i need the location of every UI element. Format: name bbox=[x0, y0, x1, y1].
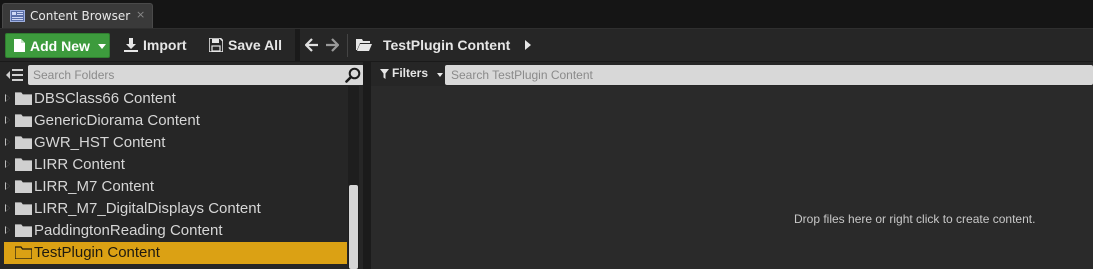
folder-tree-item[interactable]: GWR_HST Content bbox=[4, 132, 347, 154]
filters-button[interactable]: Filters bbox=[380, 66, 443, 84]
content-browser-icon bbox=[10, 10, 25, 22]
toolbar: Add New Import Save All TestPlugin Conte… bbox=[0, 28, 1093, 62]
save-all-label: Save All bbox=[228, 37, 282, 53]
filters-label: Filters bbox=[392, 66, 429, 80]
add-new-label: Add New bbox=[30, 38, 90, 54]
folder-name: TestPlugin Content bbox=[34, 244, 160, 261]
folder-name: PaddingtonReading Content bbox=[34, 222, 223, 239]
expand-arrow-inner bbox=[6, 139, 10, 145]
folder-name: DBSClass66 Content bbox=[34, 90, 176, 107]
folder-tree-item[interactable]: GenericDiorama Content bbox=[4, 110, 347, 132]
asset-search-input[interactable]: Search TestPlugin Content bbox=[445, 65, 1093, 85]
folder-tree-item[interactable]: TestPlugin Content bbox=[4, 242, 347, 264]
expand-arrow-inner bbox=[6, 117, 10, 123]
save-icon bbox=[209, 38, 223, 52]
save-all-button[interactable]: Save All bbox=[209, 33, 289, 58]
folder-name: GenericDiorama Content bbox=[34, 112, 200, 129]
expand-arrow-inner bbox=[6, 183, 10, 189]
chevron-down-icon bbox=[98, 44, 106, 49]
folder-icon bbox=[15, 136, 32, 149]
expand-arrow-inner bbox=[6, 161, 10, 167]
expand-arrow-inner bbox=[6, 205, 10, 211]
folder-icon bbox=[15, 224, 32, 237]
expand-arrow-inner bbox=[6, 95, 10, 101]
chevron-right-icon[interactable] bbox=[525, 40, 531, 50]
expand-arrow-inner bbox=[6, 227, 10, 233]
folder-search-placeholder: Search Folders bbox=[33, 68, 115, 82]
arrow-left-icon[interactable] bbox=[305, 38, 319, 52]
tab-content-browser[interactable]: Content Browser × bbox=[2, 3, 153, 28]
folder-tree-item[interactable]: LIRR_M7_DigitalDisplays Content bbox=[4, 198, 347, 220]
new-document-icon bbox=[14, 39, 25, 52]
add-new-button[interactable]: Add New bbox=[5, 33, 110, 58]
scrollbar-thumb[interactable] bbox=[349, 185, 358, 269]
folder-tree-item[interactable]: LIRR Content bbox=[4, 154, 347, 176]
toolbar-divider bbox=[295, 29, 300, 62]
sources-toggle-icon[interactable] bbox=[6, 68, 23, 82]
close-icon[interactable]: × bbox=[136, 8, 145, 21]
tab-label: Content Browser bbox=[30, 9, 131, 23]
panel-splitter[interactable] bbox=[363, 62, 371, 269]
search-icon bbox=[345, 67, 361, 83]
import-button[interactable]: Import bbox=[124, 33, 194, 58]
folder-name: LIRR Content bbox=[34, 156, 125, 173]
folder-icon bbox=[15, 202, 32, 215]
path-breadcrumb[interactable]: TestPlugin Content bbox=[383, 37, 510, 53]
import-label: Import bbox=[143, 37, 187, 53]
folder-name: GWR_HST Content bbox=[34, 134, 166, 151]
tab-strip: Content Browser × bbox=[0, 0, 1093, 28]
folder-tree-item[interactable]: PaddingtonReading Content bbox=[4, 220, 347, 242]
folder-icon bbox=[15, 92, 32, 105]
folder-icon bbox=[15, 246, 32, 259]
folder-icon bbox=[15, 158, 32, 171]
folder-icon bbox=[15, 114, 32, 127]
empty-state-message: Drop files here or right click to create… bbox=[794, 212, 1036, 226]
folder-open-icon bbox=[356, 39, 372, 51]
folder-tree-item[interactable]: LIRR_M7 Content bbox=[4, 176, 347, 198]
toolbar-divider bbox=[347, 34, 348, 57]
chevron-down-icon bbox=[437, 73, 443, 77]
folder-tree-item[interactable]: DBSClass66 Content bbox=[4, 88, 347, 110]
folder-name: LIRR_M7_DigitalDisplays Content bbox=[34, 200, 261, 217]
folder-icon bbox=[15, 180, 32, 193]
asset-search-placeholder: Search TestPlugin Content bbox=[451, 68, 593, 82]
filter-icon bbox=[380, 69, 389, 79]
sources-panel: Search Folders DBSClass66 Content Generic… bbox=[0, 62, 364, 269]
arrow-right-icon[interactable] bbox=[325, 38, 339, 52]
asset-panel: Filters Search TestPlugin Content Drop f… bbox=[371, 62, 1093, 269]
asset-view[interactable] bbox=[371, 86, 1093, 269]
import-icon bbox=[124, 38, 138, 52]
folder-name: LIRR_M7 Content bbox=[34, 178, 155, 195]
folder-search-input[interactable]: Search Folders bbox=[28, 65, 364, 85]
